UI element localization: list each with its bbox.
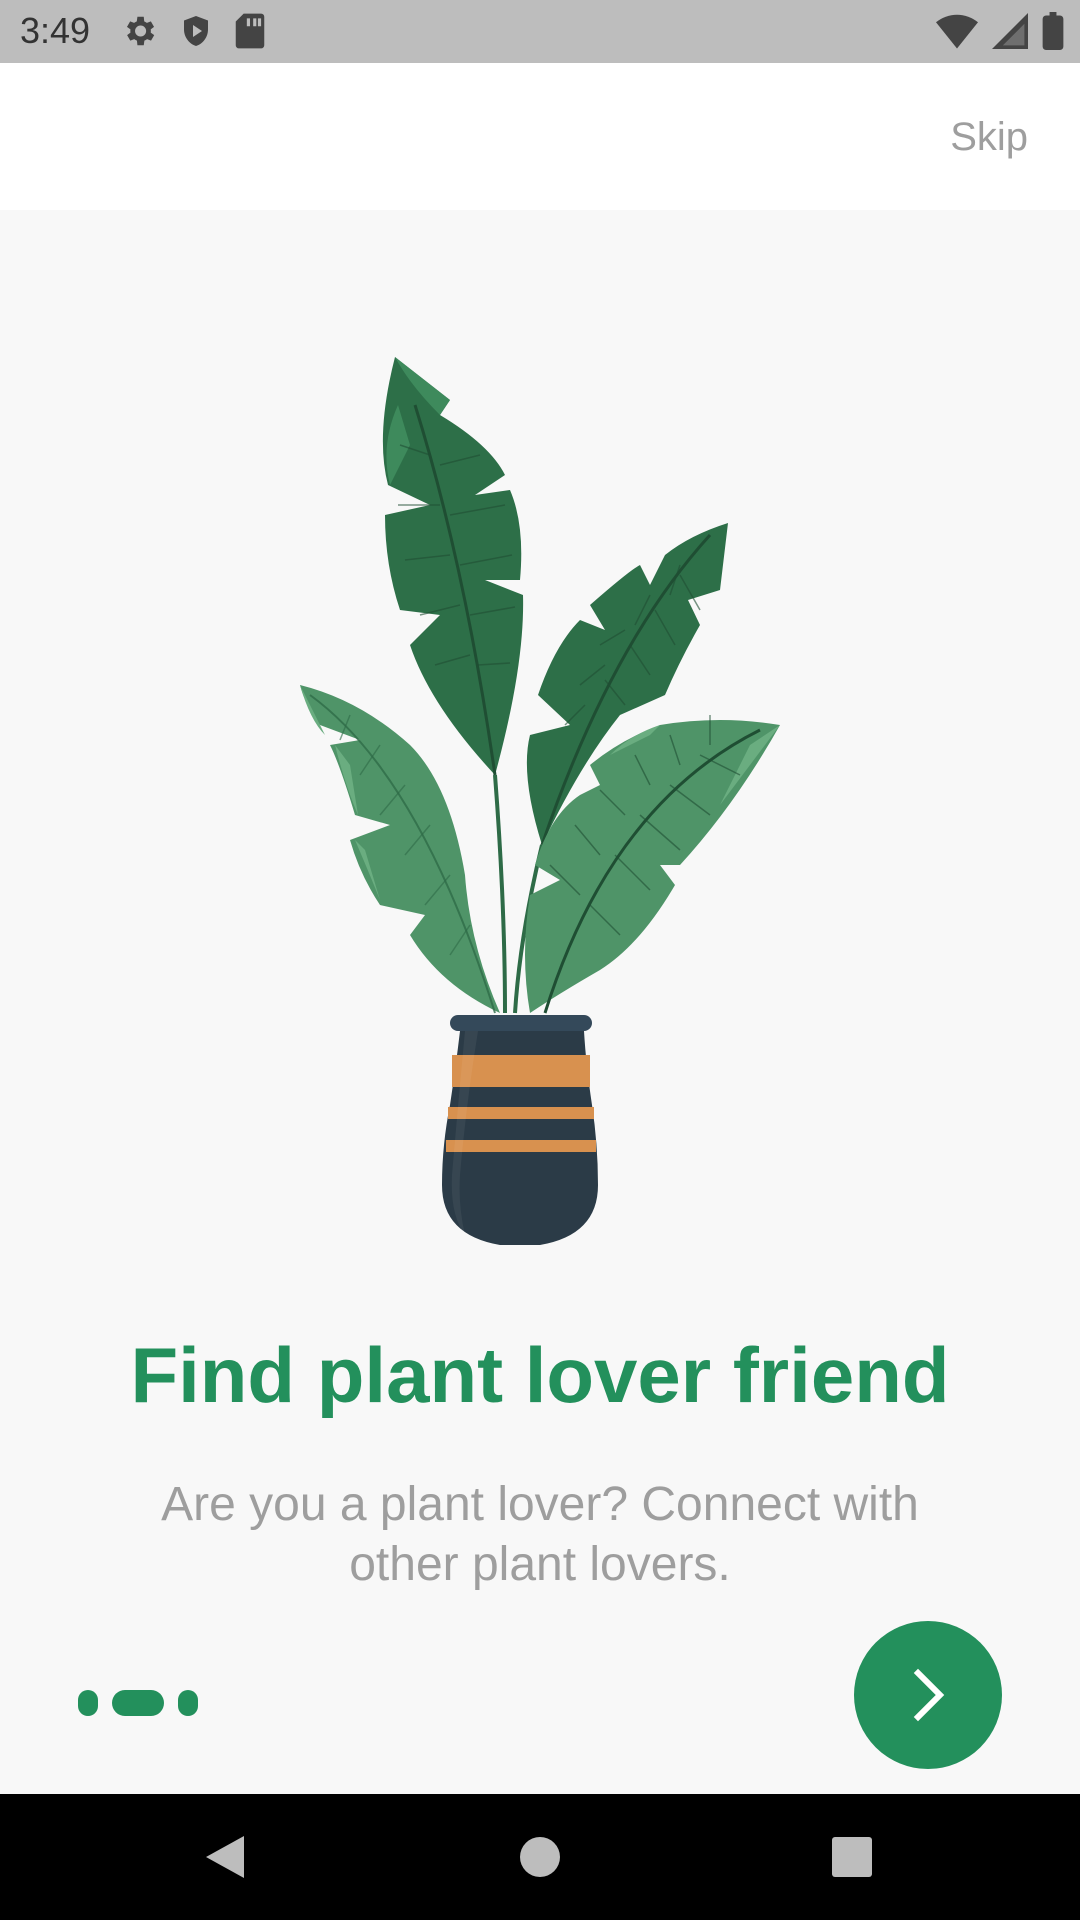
home-circle-icon[interactable] — [516, 1832, 564, 1887]
cellular-signal-icon — [992, 13, 1028, 49]
page-dot-active — [112, 1690, 164, 1716]
back-triangle-icon[interactable] — [200, 1832, 250, 1887]
battery-icon — [1042, 12, 1064, 50]
gear-icon — [120, 12, 158, 50]
status-time: 3:49 — [20, 10, 91, 51]
onboarding-title: Find plant lover friend — [130, 1331, 950, 1419]
page-dot — [178, 1690, 198, 1716]
status-bar: 3:49 — [0, 0, 1080, 63]
top-bar: Skip — [0, 63, 1080, 210]
page-dot — [78, 1690, 98, 1716]
potted-plant-illustration — [280, 345, 800, 1285]
next-button[interactable] — [854, 1621, 1002, 1769]
system-navigation-bar — [0, 1794, 1080, 1920]
recents-square-icon[interactable] — [830, 1832, 874, 1887]
onboarding-description: Are you a plant lover? Connect with othe… — [161, 1478, 919, 1591]
chevron-right-icon — [908, 1667, 948, 1723]
shield-icon — [178, 12, 214, 50]
sd-card-icon — [234, 12, 266, 50]
skip-button[interactable]: Skip — [950, 115, 1028, 160]
page-indicator — [78, 1690, 198, 1716]
wifi-icon — [936, 13, 978, 49]
